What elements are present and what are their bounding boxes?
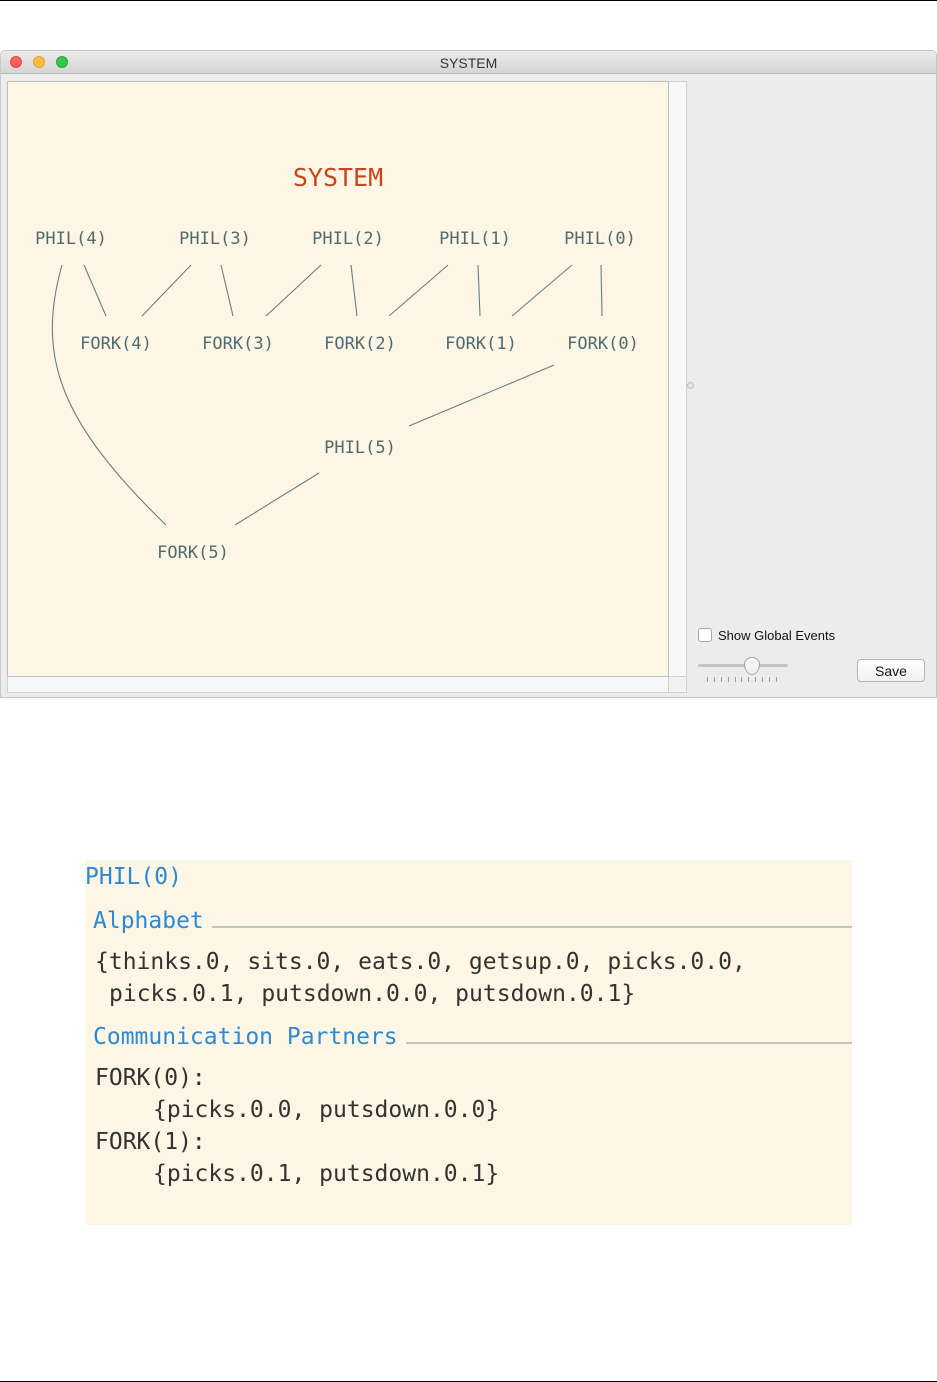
horizontal-scrollbar[interactable] — [7, 677, 669, 693]
slider-tick — [734, 677, 736, 682]
show-global-events-option[interactable]: Show Global Events — [698, 627, 835, 643]
edge-phil0-fork1 — [511, 264, 573, 317]
diagram-edges — [51, 264, 603, 526]
slider-tick — [748, 677, 750, 682]
system-window: SYSTEM SYSTEM PHIL(4) PHIL(3) PHIL(2) PH… — [0, 50, 937, 698]
edge-phil0-fork0 — [600, 264, 603, 317]
slider-tick — [727, 677, 729, 682]
partner-name: FORK(0): — [95, 1065, 206, 1091]
diagram-canvas[interactable]: SYSTEM PHIL(4) PHIL(3) PHIL(2) PHIL(1) P… — [7, 81, 669, 677]
partner-events: {picks.0.1, putsdown.0.1} — [153, 1161, 500, 1187]
slider-ticks — [707, 677, 777, 683]
partners-divider — [405, 1042, 852, 1044]
process-diagram: SYSTEM PHIL(4) PHIL(3) PHIL(2) PHIL(1) P… — [35, 163, 639, 563]
edge-phil5-fork5 — [234, 472, 320, 526]
node-phil-2[interactable]: PHIL(2) — [312, 229, 384, 249]
node-phil-1[interactable]: PHIL(1) — [439, 229, 511, 249]
slider-tick — [741, 677, 743, 682]
node-fork-2[interactable]: FORK(2) — [324, 334, 396, 354]
process-name: PHIL(0) — [85, 864, 182, 890]
edge-phil3-fork3 — [220, 264, 234, 317]
scroll-corner — [669, 677, 687, 693]
save-button[interactable]: Save — [857, 659, 925, 682]
alphabet-section-header: Alphabet — [93, 906, 852, 936]
window-title: SYSTEM — [439, 55, 498, 71]
alphabet-divider — [211, 926, 852, 928]
process-info-panel: PHIL(0) Alphabet {thinks.0, sits.0, eats… — [85, 860, 852, 1225]
edge-phil2-fork3 — [265, 264, 322, 317]
node-phil-4[interactable]: PHIL(4) — [35, 229, 107, 249]
slider-knob[interactable] — [744, 657, 760, 675]
node-fork-4[interactable]: FORK(4) — [80, 334, 152, 354]
slider-tick — [755, 677, 757, 682]
slider-tick — [762, 677, 764, 682]
slider-tick — [713, 677, 715, 682]
node-fork-1[interactable]: FORK(1) — [445, 334, 517, 354]
partner-name: FORK(1): — [95, 1129, 206, 1155]
title-bar[interactable]: SYSTEM — [1, 51, 936, 74]
alphabet-line: {thinks.0, sits.0, eats.0, getsup.0, pic… — [95, 949, 746, 975]
edge-phil1-fork2 — [388, 264, 449, 317]
edge-phil5-fork0 — [408, 364, 555, 427]
slider-tick — [707, 677, 708, 682]
vertical-scrollbar[interactable] — [669, 81, 687, 677]
edge-phil2-fork2 — [350, 264, 358, 317]
node-phil-3[interactable]: PHIL(3) — [179, 229, 251, 249]
diagram-title: SYSTEM — [293, 163, 383, 192]
partner-events: {picks.0.0, putsdown.0.0} — [153, 1097, 500, 1123]
page-top-rule — [0, 0, 937, 1]
split-view-handle[interactable] — [687, 382, 694, 389]
slider-tick — [775, 677, 777, 682]
slider-tick — [720, 677, 722, 682]
partners-heading: Communication Partners — [93, 1024, 398, 1050]
node-fork-3[interactable]: FORK(3) — [202, 334, 274, 354]
alphabet-line: picks.0.1, putsdown.0.0, putsdown.0.1} — [109, 981, 636, 1007]
node-fork-0[interactable]: FORK(0) — [567, 334, 639, 354]
partners-section-header: Communication Partners — [93, 1022, 852, 1052]
edge-phil3-fork4 — [141, 264, 192, 317]
zoom-slider[interactable] — [698, 655, 790, 683]
show-global-events-label: Show Global Events — [718, 627, 836, 643]
edge-phil4-fork5 — [51, 264, 167, 526]
edge-phil4-fork4 — [83, 264, 107, 317]
slider-track[interactable] — [698, 664, 788, 667]
alphabet-heading: Alphabet — [93, 908, 204, 934]
node-phil-5[interactable]: PHIL(5) — [324, 438, 396, 458]
show-global-events-checkbox[interactable] — [698, 628, 712, 642]
edge-phil1-fork1 — [477, 264, 481, 317]
slider-tick — [769, 677, 771, 682]
node-fork-5[interactable]: FORK(5) — [157, 543, 229, 563]
node-phil-0[interactable]: PHIL(0) — [564, 229, 636, 249]
